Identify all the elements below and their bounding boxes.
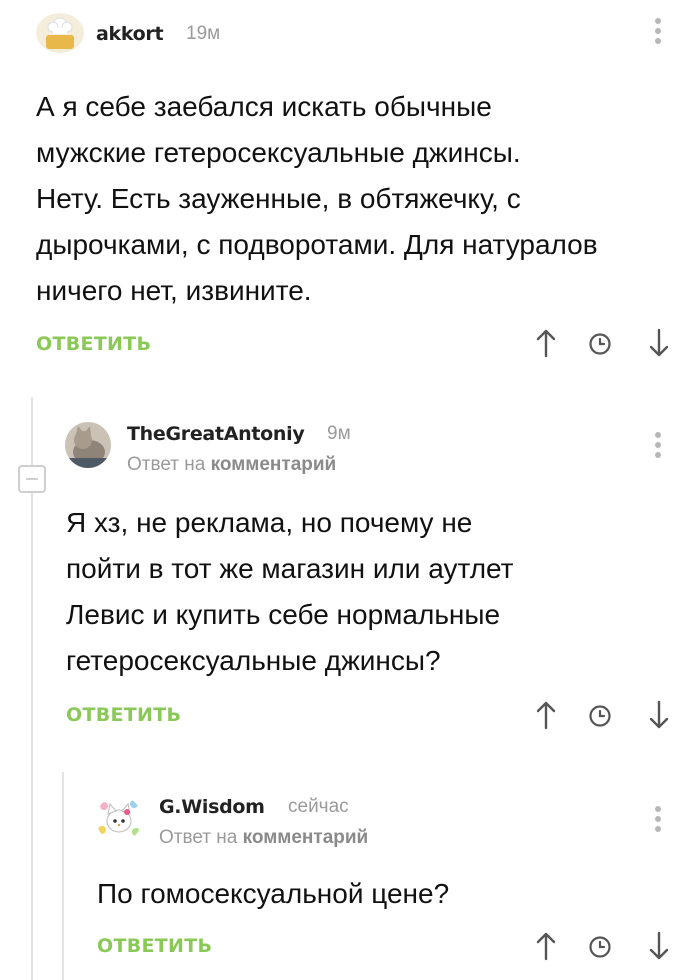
arrow-up-icon[interactable] — [535, 328, 557, 358]
arrow-down-icon[interactable] — [648, 700, 670, 730]
arrow-down-icon[interactable] — [648, 328, 670, 358]
comment-text: А я себе заебался искать обычные мужские… — [36, 91, 598, 306]
thread-line-nested[interactable] — [62, 772, 64, 980]
avatar-thegreatantoniy[interactable] — [65, 422, 111, 468]
avatar-chef-icon — [36, 13, 84, 53]
more-options-icon[interactable] — [655, 18, 661, 48]
clock-icon[interactable] — [588, 704, 612, 728]
reply-button[interactable]: ОТВЕТИТЬ — [66, 704, 181, 726]
username[interactable]: G.Wisdom — [159, 796, 265, 818]
reply-to-prefix: Ответ на — [127, 454, 206, 475]
timestamp: 19м — [186, 23, 221, 44]
username[interactable]: akkort — [96, 23, 164, 45]
timestamp: 9м — [327, 423, 351, 444]
arrow-up-icon[interactable] — [535, 931, 557, 961]
avatar-gwisdom[interactable] — [96, 796, 142, 842]
avatar-kitty-icon — [96, 796, 142, 842]
collapse-thread-button[interactable] — [18, 465, 46, 493]
more-options-icon[interactable] — [655, 806, 661, 836]
reply-to-line: Ответ на комментарий — [159, 827, 368, 849]
comment-text: Я хз, не реклама, но почему не пойти в т… — [66, 507, 514, 676]
reply-to-line: Ответ на комментарий — [127, 454, 336, 476]
comment-text: По гомосексуальной цене? — [97, 878, 450, 909]
reply-to-comment-link[interactable]: комментарий — [243, 827, 369, 848]
clock-icon[interactable] — [588, 332, 612, 356]
arrow-down-icon[interactable] — [648, 931, 670, 961]
username[interactable]: TheGreatAntoniy — [127, 423, 305, 445]
reply-to-prefix: Ответ на — [159, 827, 238, 848]
more-options-icon[interactable] — [655, 432, 661, 462]
timestamp: сейчас — [288, 796, 349, 817]
avatar-akkort[interactable] — [36, 13, 84, 53]
reply-button[interactable]: ОТВЕТИТЬ — [36, 333, 151, 355]
reply-to-comment-link[interactable]: комментарий — [211, 454, 337, 475]
arrow-up-icon[interactable] — [535, 700, 557, 730]
reply-button[interactable]: ОТВЕТИТЬ — [97, 935, 212, 957]
avatar-cat-icon — [65, 422, 111, 468]
clock-icon[interactable] — [588, 935, 612, 959]
